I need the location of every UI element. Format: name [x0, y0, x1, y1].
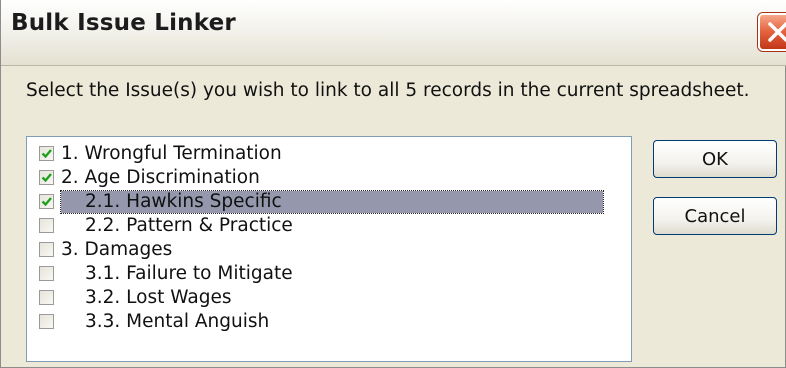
window-title: Bulk Issue Linker: [11, 10, 236, 36]
issue-row-selected[interactable]: 2.1. Hawkins Specific: [27, 190, 631, 214]
issue-checkbox[interactable]: [39, 146, 54, 161]
issue-checkbox[interactable]: [39, 290, 54, 305]
issue-checkbox[interactable]: [39, 170, 54, 185]
issue-label: 2.2. Pattern & Practice: [85, 215, 293, 236]
issue-row[interactable]: 3.3. Mental Anguish: [27, 310, 631, 334]
issue-checkbox[interactable]: [39, 218, 54, 233]
close-icon: [768, 22, 786, 42]
checkmark-icon: [41, 197, 52, 207]
issue-row[interactable]: 3.2. Lost Wages: [27, 286, 631, 310]
close-button[interactable]: [758, 13, 786, 51]
checkmark-icon: [41, 173, 52, 183]
dialog-window: Bulk Issue Linker Select the Issue(s) yo…: [0, 0, 786, 368]
issue-label: 3.3. Mental Anguish: [85, 311, 270, 332]
issue-label: 2. Age Discrimination: [61, 167, 260, 188]
instruction-text: Select the Issue(s) you wish to link to …: [26, 80, 750, 101]
ok-button[interactable]: OK: [653, 140, 777, 178]
issue-checklist[interactable]: 1. Wrongful Termination 2. Age Discrimin…: [26, 136, 632, 362]
issue-row[interactable]: 3.1. Failure to Mitigate: [27, 262, 631, 286]
issue-label: 1. Wrongful Termination: [61, 143, 282, 164]
issue-checkbox[interactable]: [39, 266, 54, 281]
issue-row[interactable]: 3. Damages: [27, 238, 631, 262]
issue-checkbox[interactable]: [39, 194, 54, 209]
issue-label: 3.1. Failure to Mitigate: [85, 263, 293, 284]
checkmark-icon: [41, 149, 52, 159]
issue-row[interactable]: 1. Wrongful Termination: [27, 142, 631, 166]
cancel-button[interactable]: Cancel: [653, 197, 777, 235]
issue-row[interactable]: 2.2. Pattern & Practice: [27, 214, 631, 238]
issue-label: 3. Damages: [61, 239, 173, 260]
issue-checkbox[interactable]: [39, 242, 54, 257]
issue-row[interactable]: 2. Age Discrimination: [27, 166, 631, 190]
issue-label: 2.1. Hawkins Specific: [60, 190, 604, 214]
title-bar[interactable]: Bulk Issue Linker: [1, 0, 786, 66]
issue-label: 3.2. Lost Wages: [85, 287, 232, 308]
issue-checkbox[interactable]: [39, 314, 54, 329]
